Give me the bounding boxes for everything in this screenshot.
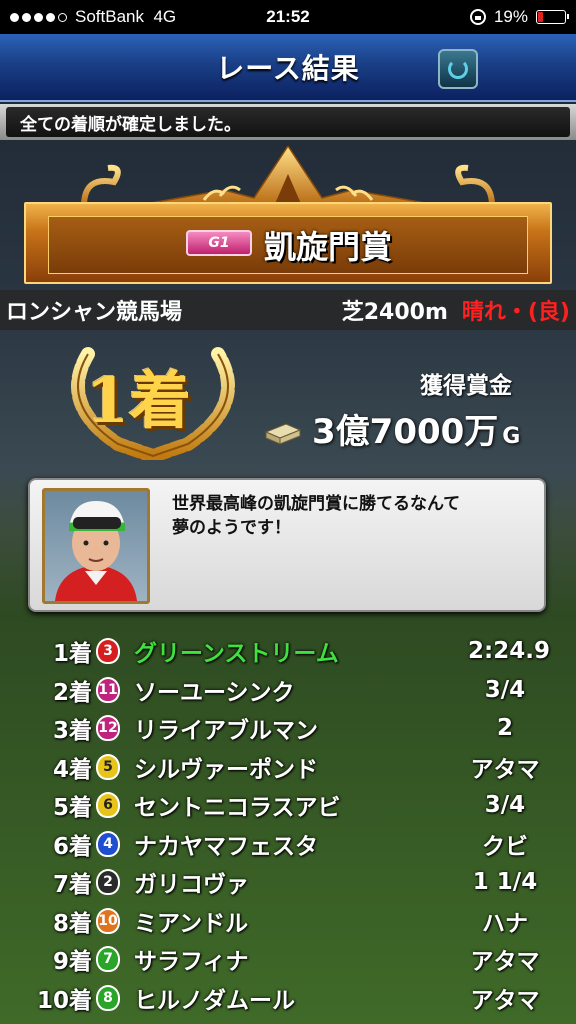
result-row: 2着 11 ソーユーシンク 3/4 [0,671,576,710]
result-row: 3着 12 リライアブルマン 2 [0,709,576,748]
prize-amount: 3億7000万 G [312,404,520,453]
refresh-button[interactable] [438,49,478,89]
horse-number-badge: 12 [96,715,120,742]
battery-percent: 19% [493,7,528,26]
result-margin: 3/4 [484,676,526,703]
jockey-portrait [42,488,150,604]
result-row: 6着 4 ナカヤマフェスタ クビ [0,825,576,864]
horse-name: ソーユーシンク [134,679,295,706]
result-row: 10着 8 ヒルノダムール アタマ [0,979,576,1018]
result-row: 5着 6 セントニコラスアビ 3/4 [0,786,576,825]
horse-number-badge: 8 [96,984,120,1011]
result-rank: 10着 [36,987,92,1014]
result-margin: ハナ [482,910,528,937]
result-margin: 1 1/4 [472,869,538,896]
race-info-row: ロンシャン競馬場 芝2400m 晴れ・(良) [0,290,576,330]
weather-condition: 晴れ・(良) [461,300,570,325]
horse-name: ガリコヴァ [134,872,249,899]
horse-name: グリーンストリーム [134,641,339,668]
status-right: 19% [469,7,569,27]
result-margin: アタマ [470,756,540,783]
rotation-lock-icon [469,9,486,25]
race-banner: G1 凱旋門賞 [24,146,552,286]
notice-bar: 全ての着順が確定しました。 [0,104,576,140]
result-row: 8着 10 ミアンドル ハナ [0,902,576,941]
result-margin: 2 [496,715,513,742]
horse-number-badge: 7 [96,946,120,973]
jockey-comment-box: 世界最高峰の凱旋門賞に勝てるなんて 夢のようです！ [28,478,546,612]
result-margin: 2:24.9 [468,638,550,665]
status-bar: SoftBank 4G 21:52 19% [0,0,576,34]
result-row: 7着 2 ガリコヴァ 1 1/4 [0,863,576,902]
result-rank: 4着 [52,756,92,783]
horse-name: ナカヤマフェスタ [134,833,318,860]
horse-number-badge: 5 [96,753,120,780]
header-bar: レース結果 [0,34,576,102]
placing: 1着 [86,364,192,437]
result-row: 9着 7 サラフィナ アタマ [0,940,576,979]
horse-number-badge: 6 [96,792,120,819]
result-rank: 5着 [52,795,92,822]
battery-icon [536,10,569,24]
jockey-comment-text: 世界最高峰の凱旋門賞に勝てるなんて 夢のようです！ [172,494,461,538]
race-distance: 芝2400m [341,300,448,325]
result-rank: 2着 [52,679,92,706]
prize-unit: G [502,424,521,449]
horse-number-badge: 4 [96,830,120,857]
horse-name: リライアブルマン [134,718,318,745]
race-plaque: G1 凱旋門賞 [24,202,552,284]
race-name: 凱旋門賞 [264,228,393,266]
results-list: 1着 3 グリーンストリーム 2:24.9 2着 11 ソーユーシンク 3/4 3着 12 リライア… [0,632,576,1017]
horse-number-badge: 10 [96,907,120,934]
refresh-icon [448,59,468,79]
horse-number-badge: 2 [96,869,120,896]
venue-name: ロンシャン競馬場 [6,300,183,325]
result-margin: アタマ [470,987,540,1014]
horse-name: ミアンドル [134,910,249,937]
result-row: 4着 5 シルヴァーポンド アタマ [0,748,576,787]
horse-name: セントニコラスアビ [134,795,341,822]
result-margin: アタマ [470,949,540,976]
result-margin: クビ [482,833,528,860]
result-row: 1着 3 グリーンストリーム 2:24.9 [0,632,576,671]
horse-number-badge: 11 [96,676,120,703]
page-title: レース結果 [216,52,360,85]
result-rank: 7着 [52,872,92,899]
result-margin: 3/4 [484,792,526,819]
result-rank: 1着 [52,641,92,668]
result-rank: 3着 [52,718,92,745]
result-rank: 6着 [52,833,92,860]
horse-name: サラフィナ [134,949,249,976]
horse-name: ヒルノダムール [134,987,295,1014]
horse-name: シルヴァーポンド [134,756,318,783]
notice-text: 全ての着順が確定しました。 [6,107,570,137]
prize-value: 3億7000万 [312,412,499,452]
horse-number-badge: 3 [96,638,120,665]
result-rank: 8着 [52,910,92,937]
result-rank: 9着 [52,949,92,976]
grade-badge: G1 [186,230,252,256]
prize-label: 獲得賞金 [420,373,512,399]
money-stack-icon [264,423,302,445]
